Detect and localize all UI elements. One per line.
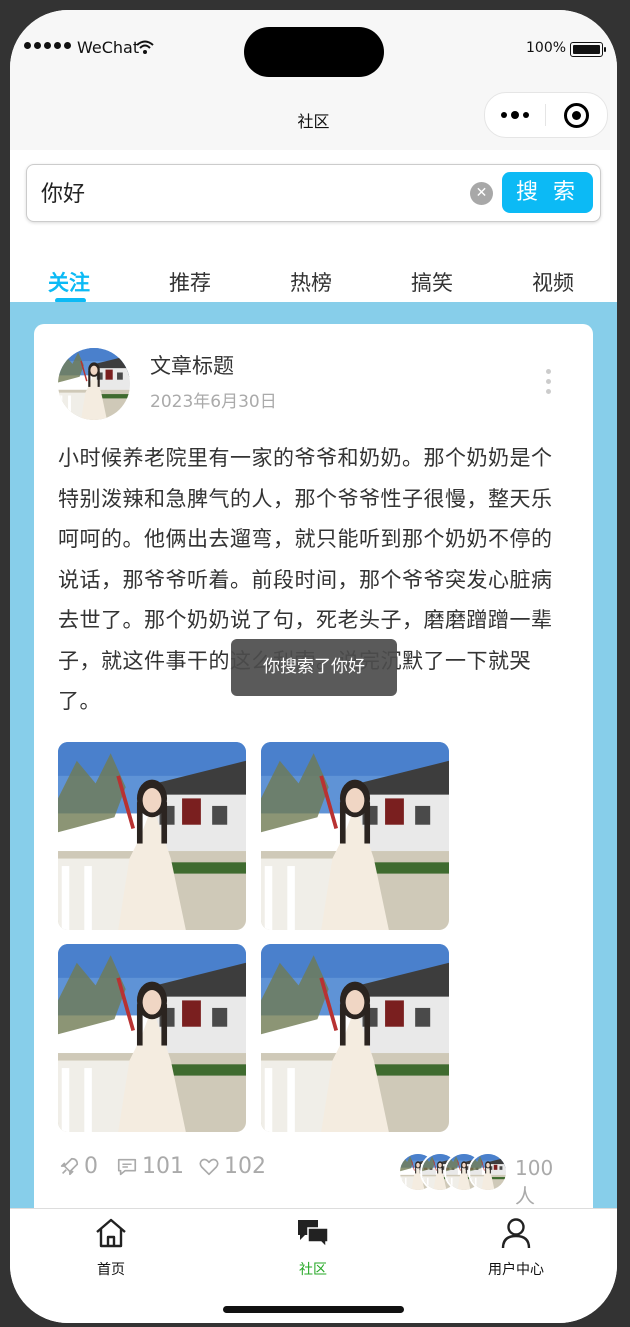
toast-message: 你搜索了你好 <box>231 639 397 696</box>
tab-video[interactable]: 视频 <box>532 267 574 297</box>
tab-hot[interactable]: 热榜 <box>290 267 332 297</box>
post-image[interactable] <box>261 944 449 1132</box>
comment-stat[interactable]: 101 <box>116 1154 184 1179</box>
like-count: 102 <box>224 1154 266 1179</box>
comment-count: 101 <box>142 1154 184 1179</box>
tabbar-label: 社区 <box>299 1262 327 1278</box>
rocket-icon <box>60 1157 79 1175</box>
more-options-icon[interactable] <box>546 369 551 394</box>
tab-funny[interactable]: 搞笑 <box>411 267 453 297</box>
close-miniprogram-icon[interactable] <box>564 103 589 128</box>
capsule-divider <box>545 104 546 126</box>
battery-percent: 100% <box>526 40 567 56</box>
status-bar: WeChat 100% 社区 <box>10 10 617 150</box>
post-title[interactable]: 文章标题 <box>150 350 234 380</box>
phone-screen: WeChat 100% 社区 ✕ 搜 索 关注 推荐 热榜 搞笑 视频 <box>10 10 617 1323</box>
tabbar-label: 首页 <box>97 1262 125 1278</box>
avatar[interactable] <box>58 348 130 420</box>
viewer-avatars[interactable] <box>398 1152 518 1192</box>
tab-recommend[interactable]: 推荐 <box>169 267 211 297</box>
feed: 文章标题 2023年6月30日 小时候养老院里有一家的爷爷和奶奶。那个奶奶是个特… <box>10 302 617 1208</box>
user-icon <box>501 1218 531 1249</box>
post-stats: 0 101 102 100人 <box>58 1152 573 1208</box>
post-card[interactable]: 文章标题 2023年6月30日 小时候养老院里有一家的爷爷和奶奶。那个奶奶是个特… <box>34 324 593 1208</box>
post-date: 2023年6月30日 <box>150 392 277 412</box>
clear-icon[interactable]: ✕ <box>470 182 493 205</box>
post-image[interactable] <box>261 742 449 930</box>
category-tabs: 关注 推荐 热榜 搞笑 视频 <box>10 245 617 303</box>
share-count: 0 <box>84 1154 98 1179</box>
carrier-name: WeChat <box>77 38 140 57</box>
comment-icon <box>117 1158 137 1175</box>
home-indicator <box>223 1306 404 1313</box>
search-bar: ✕ 搜 索 <box>10 150 617 245</box>
tabbar-label: 用户中心 <box>488 1262 544 1278</box>
wifi-icon <box>136 40 154 54</box>
share-stat[interactable]: 0 <box>58 1154 98 1179</box>
more-menu-icon[interactable] <box>501 111 529 119</box>
search-button[interactable]: 搜 索 <box>502 172 593 213</box>
dynamic-island <box>244 27 384 77</box>
signal-icon <box>24 42 71 49</box>
search-box: ✕ 搜 索 <box>26 164 601 222</box>
tab-follow[interactable]: 关注 <box>48 267 90 297</box>
like-stat[interactable]: 102 <box>198 1154 266 1179</box>
chat-bubbles-icon <box>298 1220 329 1249</box>
post-image[interactable] <box>58 742 246 930</box>
post-image[interactable] <box>58 944 246 1132</box>
miniprogram-capsule <box>484 92 608 138</box>
people-count: 100人 <box>515 1156 554 1208</box>
avatar <box>468 1152 508 1192</box>
search-input[interactable] <box>41 177 461 207</box>
home-icon <box>96 1218 126 1248</box>
battery-icon <box>570 42 606 57</box>
heart-icon <box>199 1158 219 1175</box>
